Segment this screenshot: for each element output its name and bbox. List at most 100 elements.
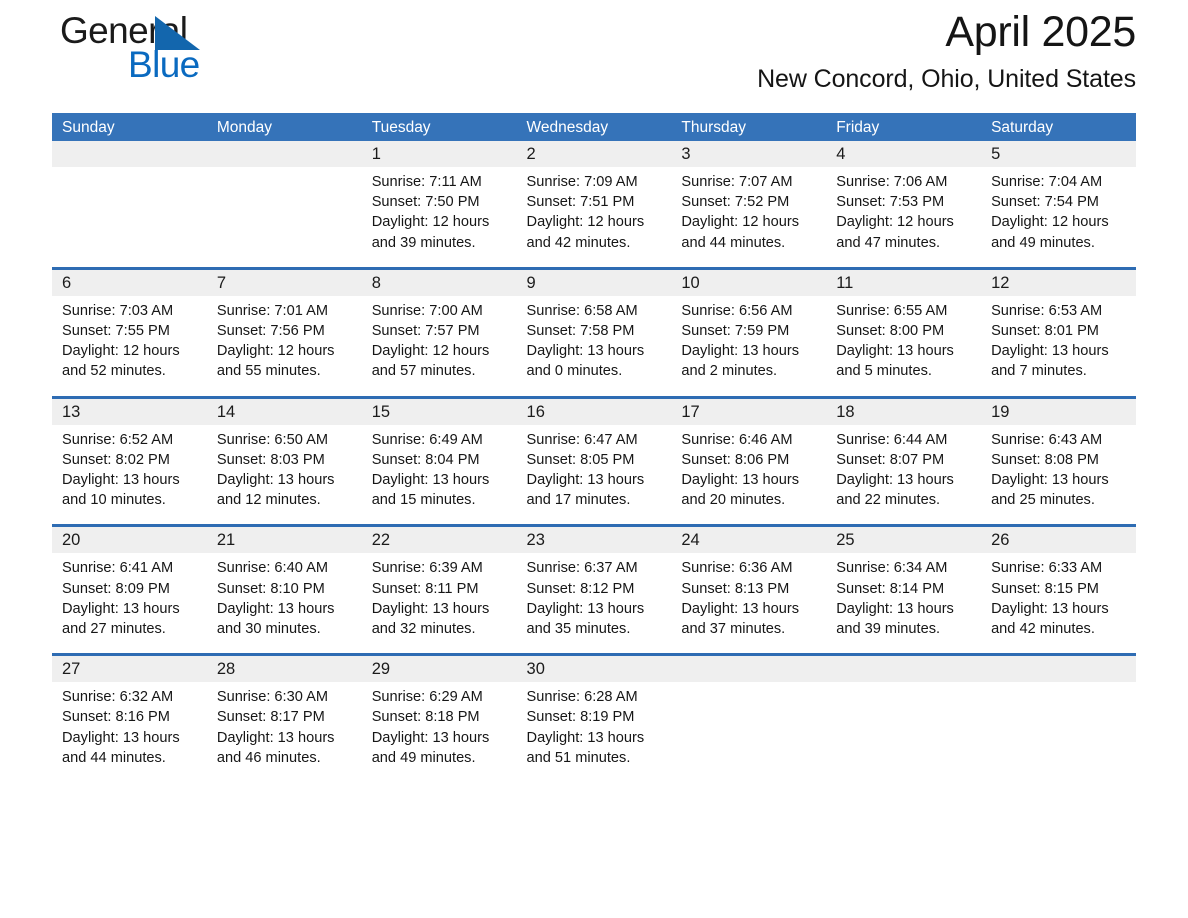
day-cell[interactable]: Sunrise: 6:46 AM Sunset: 8:06 PM Dayligh… (671, 424, 827, 526)
calendar-week-row: 27 28 29 30 Sunrise: 6:32 AM Sunset: 8:1… (52, 654, 1136, 783)
day-cell[interactable] (206, 167, 362, 269)
day-cell[interactable]: Sunrise: 6:52 AM Sunset: 8:02 PM Dayligh… (52, 424, 207, 526)
day-cell[interactable] (826, 682, 982, 783)
day-cell[interactable]: Sunrise: 7:04 AM Sunset: 7:54 PM Dayligh… (981, 167, 1136, 269)
page-subtitle: New Concord, Ohio, United States (757, 65, 1136, 93)
week3-info-row: Sunrise: 6:52 AM Sunset: 8:02 PM Dayligh… (52, 424, 1136, 526)
calendar-head: Sunday Monday Tuesday Wednesday Thursday… (52, 113, 1136, 141)
day-cell[interactable]: Sunrise: 6:29 AM Sunset: 8:18 PM Dayligh… (361, 682, 517, 783)
day-cell[interactable]: Sunrise: 6:49 AM Sunset: 8:04 PM Dayligh… (361, 424, 517, 526)
day-cell[interactable]: Sunrise: 7:11 AM Sunset: 7:50 PM Dayligh… (361, 167, 517, 269)
day-info: Sunrise: 6:33 AM Sunset: 8:15 PM Dayligh… (991, 560, 1109, 638)
day-number (671, 654, 827, 683)
dow-header-saturday: Saturday (981, 113, 1136, 141)
day-info: Sunrise: 6:58 AM Sunset: 7:58 PM Dayligh… (526, 302, 645, 380)
dow-header-wednesday: Wednesday (516, 113, 672, 141)
day-info: Sunrise: 6:56 AM Sunset: 7:59 PM Dayligh… (681, 302, 800, 380)
day-cell[interactable]: Sunrise: 7:03 AM Sunset: 7:55 PM Dayligh… (52, 295, 207, 398)
day-cell[interactable]: Sunrise: 6:32 AM Sunset: 8:16 PM Dayligh… (52, 682, 207, 783)
week5-info-row: Sunrise: 6:32 AM Sunset: 8:16 PM Dayligh… (52, 682, 1136, 783)
day-number: 29 (361, 654, 517, 683)
day-cell[interactable]: Sunrise: 6:36 AM Sunset: 8:13 PM Dayligh… (671, 553, 827, 655)
day-number: 11 (826, 268, 982, 296)
generalblue-logo[interactable]: General Blue (52, 9, 252, 87)
day-cell[interactable]: Sunrise: 6:56 AM Sunset: 7:59 PM Dayligh… (671, 295, 827, 398)
day-info: Sunrise: 7:11 AM Sunset: 7:50 PM Dayligh… (371, 174, 490, 251)
day-number: 14 (206, 397, 362, 425)
day-info: Sunrise: 7:00 AM Sunset: 7:57 PM Dayligh… (371, 302, 490, 380)
day-cell[interactable]: Sunrise: 6:47 AM Sunset: 8:05 PM Dayligh… (516, 424, 672, 526)
dow-header-tuesday: Tuesday (361, 113, 517, 141)
dow-header-sunday: Sunday (52, 113, 207, 141)
day-number: 12 (981, 268, 1136, 296)
day-info: Sunrise: 6:46 AM Sunset: 8:06 PM Dayligh… (681, 431, 800, 509)
day-number: 3 (671, 141, 827, 167)
day-info: Sunrise: 6:49 AM Sunset: 8:04 PM Dayligh… (371, 431, 490, 509)
week1-daynum-row: 1 2 3 4 5 (52, 141, 1136, 167)
day-cell[interactable]: Sunrise: 6:41 AM Sunset: 8:09 PM Dayligh… (52, 553, 207, 655)
week2-info-row: Sunrise: 7:03 AM Sunset: 7:55 PM Dayligh… (52, 295, 1136, 398)
day-cell[interactable]: Sunrise: 6:50 AM Sunset: 8:03 PM Dayligh… (206, 424, 362, 526)
day-cell[interactable]: Sunrise: 6:53 AM Sunset: 8:01 PM Dayligh… (981, 295, 1136, 398)
day-number: 10 (671, 268, 827, 296)
day-number (981, 654, 1136, 683)
day-info: Sunrise: 7:03 AM Sunset: 7:55 PM Dayligh… (62, 302, 180, 380)
day-cell[interactable]: Sunrise: 6:37 AM Sunset: 8:12 PM Dayligh… (516, 553, 672, 655)
day-number: 13 (52, 397, 207, 425)
day-number: 9 (516, 268, 672, 296)
day-info: Sunrise: 6:53 AM Sunset: 8:01 PM Dayligh… (991, 302, 1109, 380)
week1-info-row: Sunrise: 7:11 AM Sunset: 7:50 PM Dayligh… (52, 167, 1136, 269)
day-cell[interactable]: Sunrise: 6:34 AM Sunset: 8:14 PM Dayligh… (826, 553, 982, 655)
day-cell[interactable]: Sunrise: 7:07 AM Sunset: 7:52 PM Dayligh… (671, 167, 827, 269)
day-info: Sunrise: 6:43 AM Sunset: 8:08 PM Dayligh… (991, 431, 1109, 509)
day-number: 7 (206, 268, 362, 296)
day-cell[interactable] (52, 167, 207, 269)
day-info: Sunrise: 6:50 AM Sunset: 8:03 PM Dayligh… (216, 431, 335, 509)
day-cell[interactable]: Sunrise: 7:01 AM Sunset: 7:56 PM Dayligh… (206, 295, 362, 398)
day-number: 23 (516, 525, 672, 554)
page-header: General Blue April 2025 New Concord, Ohi… (52, 0, 1136, 113)
day-cell[interactable] (981, 682, 1136, 783)
day-of-week-header-row: Sunday Monday Tuesday Wednesday Thursday… (52, 113, 1136, 141)
day-info: Sunrise: 6:37 AM Sunset: 8:12 PM Dayligh… (526, 560, 645, 638)
day-number: 26 (981, 525, 1136, 554)
calendar-page: General Blue April 2025 New Concord, Ohi… (0, 0, 1188, 918)
week5-daynum-row: 27 28 29 30 (52, 654, 1136, 683)
day-cell[interactable]: Sunrise: 6:30 AM Sunset: 8:17 PM Dayligh… (206, 682, 362, 783)
dow-header-monday: Monday (206, 113, 362, 141)
day-info: Sunrise: 6:40 AM Sunset: 8:10 PM Dayligh… (216, 560, 335, 638)
week4-info-row: Sunrise: 6:41 AM Sunset: 8:09 PM Dayligh… (52, 553, 1136, 655)
calendar-week-row: 13 14 15 16 17 18 19 Sunrise: 6:52 AM Su… (52, 397, 1136, 526)
dow-header-friday: Friday (826, 113, 982, 141)
day-number: 24 (671, 525, 827, 554)
day-number: 21 (206, 525, 362, 554)
day-cell[interactable]: Sunrise: 7:00 AM Sunset: 7:57 PM Dayligh… (361, 295, 517, 398)
day-cell[interactable]: Sunrise: 6:33 AM Sunset: 8:15 PM Dayligh… (981, 553, 1136, 655)
day-cell[interactable]: Sunrise: 6:40 AM Sunset: 8:10 PM Dayligh… (206, 553, 362, 655)
day-cell[interactable]: Sunrise: 6:58 AM Sunset: 7:58 PM Dayligh… (516, 295, 672, 398)
day-info: Sunrise: 7:09 AM Sunset: 7:51 PM Dayligh… (526, 174, 645, 251)
day-info: Sunrise: 7:07 AM Sunset: 7:52 PM Dayligh… (681, 174, 800, 251)
day-number: 25 (826, 525, 982, 554)
day-cell[interactable]: Sunrise: 7:06 AM Sunset: 7:53 PM Dayligh… (826, 167, 982, 269)
sunrise-sunset-calendar: Sunday Monday Tuesday Wednesday Thursday… (52, 113, 1136, 783)
day-cell[interactable]: Sunrise: 6:44 AM Sunset: 8:07 PM Dayligh… (826, 424, 982, 526)
day-cell[interactable]: Sunrise: 7:09 AM Sunset: 7:51 PM Dayligh… (516, 167, 672, 269)
title-block: April 2025 New Concord, Ohio, United Sta… (757, 0, 1136, 94)
day-info: Sunrise: 6:39 AM Sunset: 8:11 PM Dayligh… (371, 560, 490, 638)
day-number: 17 (671, 397, 827, 425)
day-number: 27 (52, 654, 207, 683)
day-info: Sunrise: 7:04 AM Sunset: 7:54 PM Dayligh… (991, 174, 1109, 251)
day-cell[interactable]: Sunrise: 6:39 AM Sunset: 8:11 PM Dayligh… (361, 553, 517, 655)
calendar-week-row: 20 21 22 23 24 25 26 Sunrise: 6:41 AM Su… (52, 525, 1136, 655)
day-cell[interactable] (671, 682, 827, 783)
day-info: Sunrise: 6:36 AM Sunset: 8:13 PM Dayligh… (681, 560, 800, 638)
day-cell[interactable]: Sunrise: 6:55 AM Sunset: 8:00 PM Dayligh… (826, 295, 982, 398)
week4-daynum-row: 20 21 22 23 24 25 26 (52, 525, 1136, 554)
day-cell[interactable]: Sunrise: 6:28 AM Sunset: 8:19 PM Dayligh… (516, 682, 672, 783)
day-info: Sunrise: 6:41 AM Sunset: 8:09 PM Dayligh… (62, 560, 180, 638)
page-title: April 2025 (945, 8, 1136, 56)
day-cell[interactable]: Sunrise: 6:43 AM Sunset: 8:08 PM Dayligh… (981, 424, 1136, 526)
day-number: 1 (361, 141, 517, 167)
week3-daynum-row: 13 14 15 16 17 18 19 (52, 397, 1136, 425)
